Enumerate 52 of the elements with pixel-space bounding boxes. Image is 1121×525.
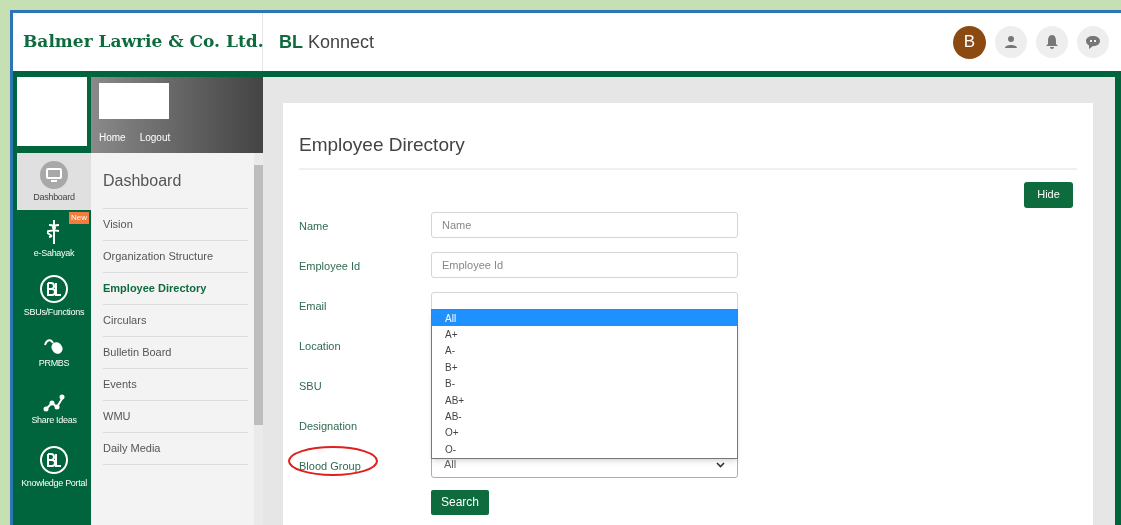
field-label: SBU	[299, 379, 322, 392]
menu-item[interactable]: Organization Structure	[103, 241, 248, 273]
menu-item[interactable]: Events	[103, 369, 248, 401]
search-button[interactable]: Search	[431, 489, 489, 515]
field-label: Name	[299, 219, 329, 232]
menu-title: Dashboard	[103, 153, 248, 209]
menu-item[interactable]: Circulars	[103, 305, 248, 337]
company-logo: Balmer Lawrie & Co. Ltd.	[23, 30, 264, 54]
text-field[interactable]: Name	[431, 211, 738, 238]
new-badge: New	[69, 212, 89, 224]
field-label: Blood Group	[299, 459, 361, 472]
bell-icon[interactable]	[1036, 26, 1068, 58]
dropdown-option[interactable]: AB-	[432, 408, 737, 425]
dropdown-option[interactable]: B-	[432, 375, 737, 392]
dropdown-option[interactable]: O+	[432, 424, 737, 442]
mouse-icon	[43, 337, 65, 355]
rail-item[interactable]: SBUs/Functions	[17, 267, 91, 324]
menu-item[interactable]: Daily Media	[103, 433, 248, 465]
page-title: Employee Directory	[299, 131, 1077, 170]
menu-item[interactable]: Employee Directory	[103, 273, 248, 305]
rail-item[interactable]: Dashboard	[17, 153, 91, 210]
rail-item[interactable]: Share Ideas	[17, 381, 91, 438]
chevron-down-icon	[716, 461, 725, 468]
header-link[interactable]: Home	[99, 130, 126, 145]
bl-circle-icon	[39, 445, 69, 475]
dropdown-option[interactable]: AB+	[432, 391, 737, 409]
dropdown-option[interactable]: A+	[432, 326, 737, 343]
caduceus-icon	[47, 219, 61, 245]
user-icon[interactable]	[995, 26, 1027, 58]
profile-banner-placeholder	[99, 83, 169, 119]
dropdown-option[interactable]: B+	[432, 359, 737, 376]
field-label: Email	[299, 299, 327, 312]
menu-item[interactable]: Vision	[103, 209, 248, 241]
chat-icon[interactable]	[1077, 26, 1109, 58]
rail-item[interactable]: New e-Sahayak	[17, 210, 91, 267]
field-label: Location	[299, 339, 341, 352]
profile-photo-placeholder	[17, 77, 87, 146]
hide-button[interactable]: Hide	[1024, 181, 1073, 208]
header-link[interactable]: Logout	[139, 130, 171, 145]
field-label: Designation	[299, 419, 358, 432]
rail-item[interactable]: Knowledge Portal	[17, 438, 91, 495]
network-graph-icon	[43, 394, 65, 412]
menu-item[interactable]: WMU	[103, 401, 248, 433]
menu-item[interactable]: Bulletin Board	[103, 337, 248, 369]
monitor-icon	[40, 161, 68, 189]
avatar-button[interactable]: B	[953, 25, 986, 59]
rail-item[interactable]: PRMBS	[17, 324, 91, 381]
field-label: Employee Id	[299, 259, 361, 272]
dropdown-option[interactable]: A-	[432, 342, 737, 360]
bl-circle-icon	[39, 274, 69, 304]
text-field[interactable]: Employee Id	[431, 251, 738, 278]
app-title: BL Konnect	[279, 30, 375, 54]
